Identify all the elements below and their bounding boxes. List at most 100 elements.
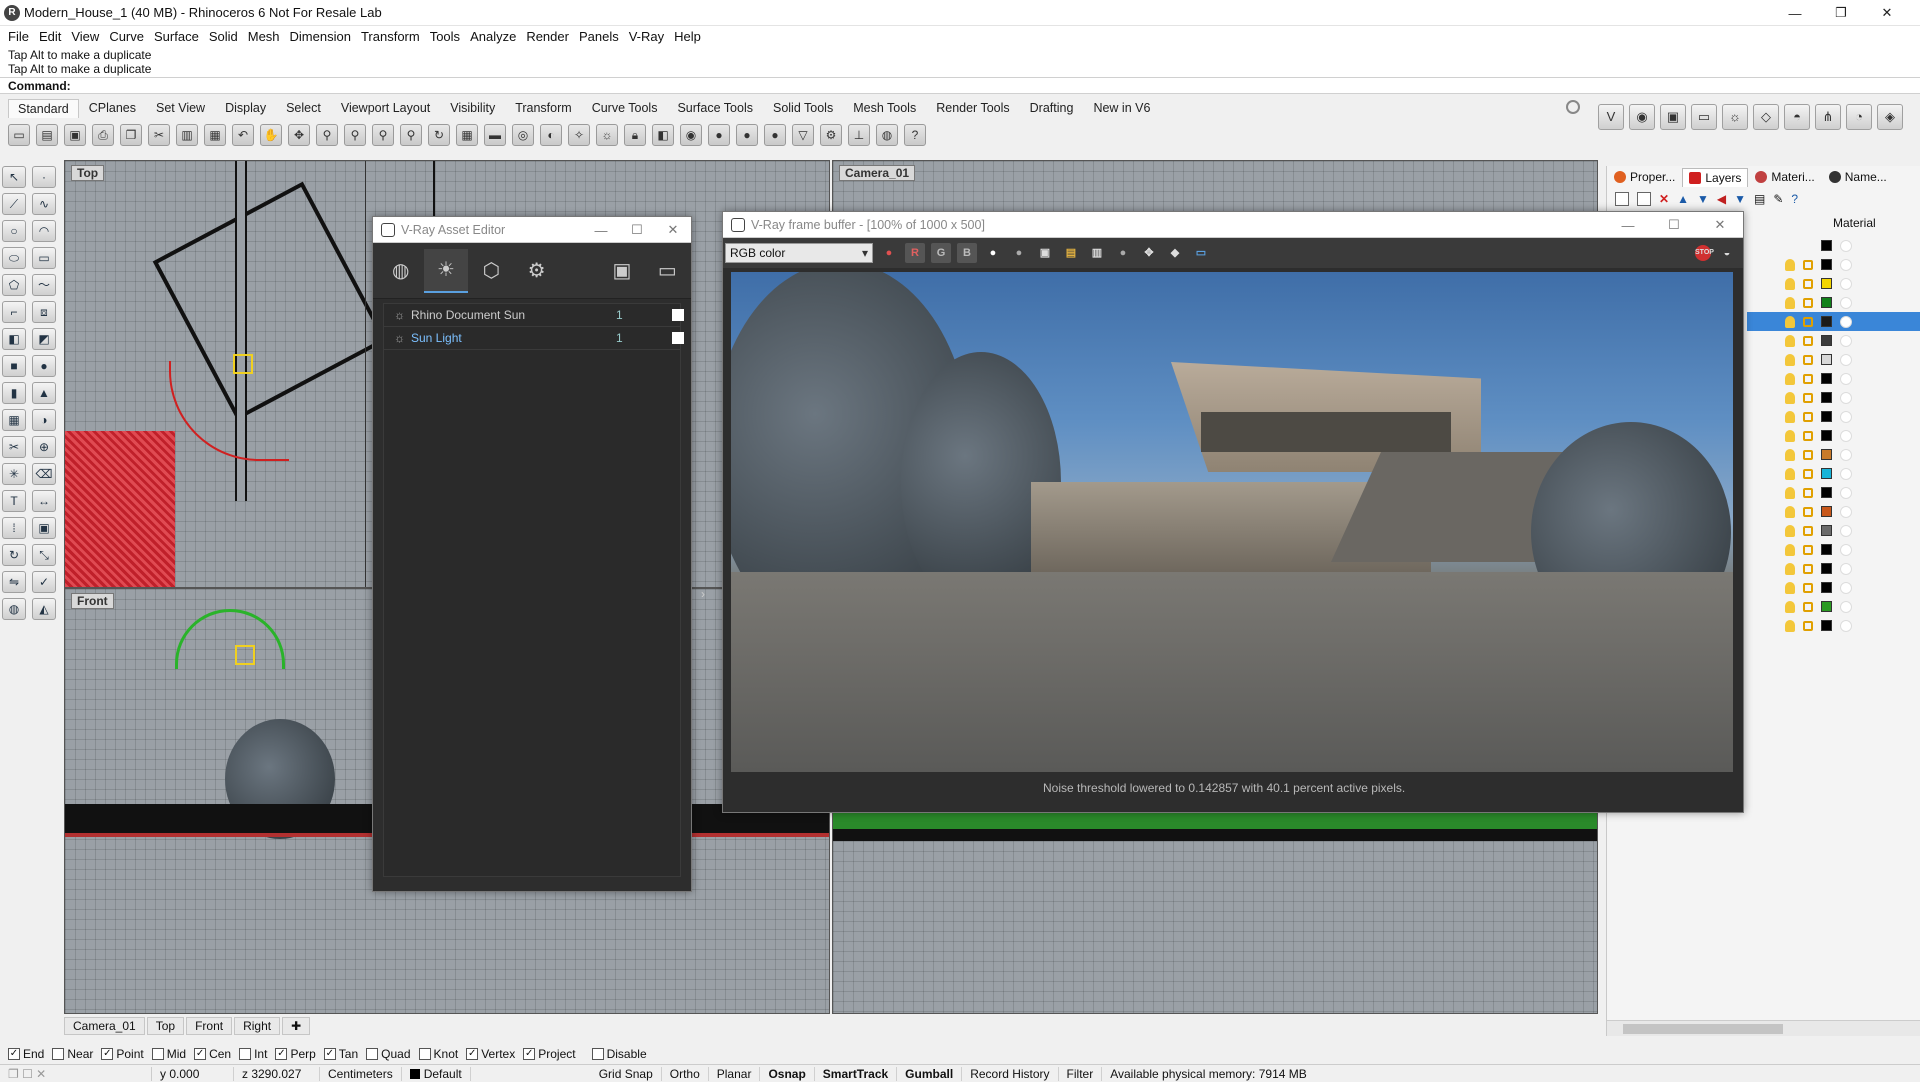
- lights-category-icon[interactable]: ☀: [424, 248, 468, 293]
- light-bulb-icon[interactable]: [1785, 467, 1795, 480]
- extrude-icon[interactable]: ▲: [32, 382, 56, 404]
- save-image-icon[interactable]: ▣: [1035, 243, 1055, 263]
- checkbox-icon[interactable]: ✓: [275, 1048, 288, 1060]
- material-swatch[interactable]: [1840, 543, 1852, 556]
- layer-color-swatch[interactable]: [1821, 373, 1832, 384]
- layer-color-swatch[interactable]: [1821, 259, 1832, 270]
- vray-frame-buffer-icon[interactable]: ▭: [1691, 104, 1717, 130]
- arc-icon[interactable]: ◠: [32, 220, 56, 242]
- material-swatch[interactable]: [1840, 562, 1852, 575]
- menu-tools[interactable]: Tools: [430, 29, 460, 44]
- checkbox-icon[interactable]: ✓: [466, 1048, 479, 1060]
- menu-dimension[interactable]: Dimension: [290, 29, 351, 44]
- layer-color-swatch[interactable]: [1821, 278, 1832, 289]
- close-button[interactable]: ✕: [1864, 0, 1910, 26]
- shaded-sphere-icon[interactable]: ●: [708, 124, 730, 146]
- layer-color-swatch[interactable]: [1821, 449, 1832, 460]
- frame-buffer-icon[interactable]: ▭: [646, 249, 689, 293]
- new-layer-icon[interactable]: [1615, 192, 1629, 206]
- osnap-perp-checkbox[interactable]: ✓ Perp: [275, 1047, 316, 1061]
- checkbox-icon[interactable]: [591, 1048, 604, 1060]
- materials-category-icon[interactable]: ◍: [379, 249, 422, 293]
- blue-channel-button[interactable]: B: [957, 243, 977, 263]
- checkbox-icon[interactable]: [151, 1048, 164, 1060]
- globe-icon[interactable]: ◍: [876, 124, 898, 146]
- vray-fur-icon[interactable]: ⋔: [1815, 104, 1841, 130]
- layer-color-swatch[interactable]: [1821, 392, 1832, 403]
- stop-icon[interactable]: ●: [1113, 243, 1133, 263]
- material-swatch[interactable]: [1840, 239, 1852, 252]
- text-icon[interactable]: T: [2, 490, 26, 512]
- command-input[interactable]: Command:: [0, 77, 1920, 94]
- zoom-extents-icon[interactable]: ⚲: [372, 124, 394, 146]
- units[interactable]: Centimeters: [320, 1066, 402, 1081]
- lock-icon[interactable]: [1803, 392, 1813, 403]
- tab-drafting[interactable]: Drafting: [1020, 98, 1084, 118]
- add-viewport-tab-icon[interactable]: ✚: [282, 1017, 311, 1035]
- cut-icon[interactable]: ✂: [148, 124, 170, 146]
- new-sublayer-icon[interactable]: [1637, 192, 1651, 206]
- list-item[interactable]: ☼ Sun Light 1: [384, 327, 684, 350]
- menu-curve[interactable]: Curve: [109, 29, 144, 44]
- light-enable-checkbox[interactable]: [672, 332, 684, 344]
- zoom-window-icon[interactable]: ⚲: [344, 124, 366, 146]
- viewport-label-front[interactable]: Front: [71, 593, 114, 609]
- vray-spot-light-icon[interactable]: ◓: [1784, 104, 1810, 130]
- options-gear-icon[interactable]: ⚙: [820, 124, 842, 146]
- light-bulb-icon[interactable]: [1785, 448, 1795, 461]
- vray-logo-icon[interactable]: V: [1598, 104, 1624, 130]
- layer-tools-icon[interactable]: ▤: [1754, 192, 1765, 206]
- layer-row[interactable]: [1747, 597, 1920, 616]
- named-views-icon[interactable]: ◎: [512, 124, 534, 146]
- rectangle-icon[interactable]: ▭: [32, 247, 56, 269]
- material-swatch[interactable]: [1840, 448, 1852, 461]
- region-render-icon[interactable]: ✥: [1139, 243, 1159, 263]
- menu-mesh[interactable]: Mesh: [248, 29, 280, 44]
- tab-materials[interactable]: Materi...: [1748, 167, 1821, 187]
- explode-icon[interactable]: ✳: [2, 463, 26, 485]
- expand-panel-chevron-icon[interactable]: ›: [701, 587, 705, 601]
- lock-icon[interactable]: [1803, 468, 1813, 479]
- boolean-icon[interactable]: ◑: [32, 409, 56, 431]
- light-bulb-icon[interactable]: [1785, 505, 1795, 518]
- material-swatch[interactable]: [1840, 296, 1852, 309]
- light-bulb-icon[interactable]: [1785, 581, 1795, 594]
- lock-icon[interactable]: [1803, 411, 1813, 422]
- lock-icon[interactable]: [1803, 525, 1813, 536]
- layer-color-swatch[interactable]: [1821, 487, 1832, 498]
- viewport-label-top[interactable]: Top: [71, 165, 105, 181]
- osnap-quad-checkbox[interactable]: Quad: [366, 1047, 411, 1061]
- osnap-icon[interactable]: ✧: [568, 124, 590, 146]
- light-bulb-icon[interactable]: [1785, 334, 1795, 347]
- material-swatch[interactable]: [1840, 581, 1852, 594]
- menu-edit[interactable]: Edit: [39, 29, 61, 44]
- layer-row[interactable]: [1747, 293, 1920, 312]
- material-swatch[interactable]: [1840, 258, 1852, 271]
- tab-curve-tools[interactable]: Curve Tools: [582, 98, 668, 118]
- lock-icon[interactable]: 🔒︎: [624, 124, 646, 146]
- sphere-icon[interactable]: ●: [32, 355, 56, 377]
- ellipse-icon[interactable]: ⬭: [2, 247, 26, 269]
- material-swatch[interactable]: [1840, 600, 1852, 613]
- render-teapot-icon[interactable]: ▣: [600, 249, 643, 293]
- dimension-tool-icon[interactable]: ↔: [32, 490, 56, 512]
- geometry-category-icon[interactable]: ⬡: [470, 249, 513, 293]
- layer-row[interactable]: [1747, 331, 1920, 350]
- rotate-icon[interactable]: ↻: [2, 544, 26, 566]
- layer-color-swatch[interactable]: [1821, 411, 1832, 422]
- filter-toggle[interactable]: Filter: [1059, 1066, 1103, 1081]
- lock-icon[interactable]: [1803, 601, 1813, 612]
- new-file-icon[interactable]: ▭: [8, 124, 30, 146]
- light-bulb-icon[interactable]: [1785, 353, 1795, 366]
- layer-icon[interactable]: ◧: [652, 124, 674, 146]
- rendered-sphere-icon[interactable]: ●: [736, 124, 758, 146]
- checkbox-icon[interactable]: [52, 1048, 65, 1060]
- layer-color-swatch[interactable]: [1821, 354, 1832, 365]
- pan-hand-icon[interactable]: ✋: [260, 124, 282, 146]
- teapot-icon[interactable]: ◒: [1717, 243, 1737, 263]
- lock-icon[interactable]: [1803, 278, 1813, 289]
- smarttrack-toggle[interactable]: SmartTrack: [815, 1066, 898, 1081]
- material-swatch[interactable]: [1840, 619, 1852, 632]
- filter-icon[interactable]: ▼: [1734, 192, 1746, 206]
- polyline-icon[interactable]: ⟋: [2, 193, 26, 215]
